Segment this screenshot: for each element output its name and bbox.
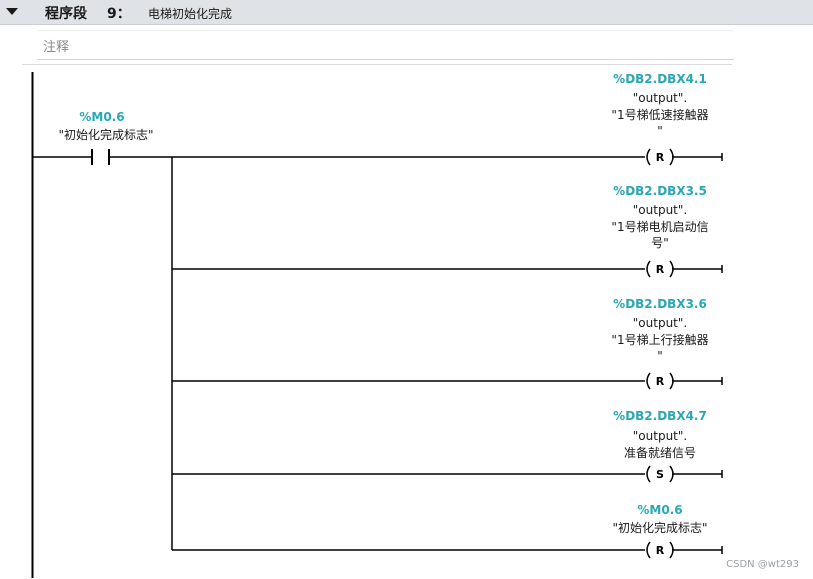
coil-5-tag-line1: "初始化完成标志" xyxy=(612,521,708,535)
coil-3-tag-line1: "output". xyxy=(632,316,688,330)
coil-4-address[interactable]: %DB2.DBX4.7 xyxy=(590,409,730,423)
coil-4-tag-line1: "output". xyxy=(632,429,688,443)
coil-2-tag-line1: "output". xyxy=(632,203,688,217)
coil-2-tag-line3: 号" xyxy=(651,236,669,250)
coil-2-address[interactable]: %DB2.DBX3.5 xyxy=(590,184,730,198)
coil-1-address[interactable]: %DB2.DBX4.1 xyxy=(590,72,730,86)
coil-3-address[interactable]: %DB2.DBX3.6 xyxy=(590,297,730,311)
coil-1-tag-line1: "output". xyxy=(632,91,688,105)
watermark: CSDN @wt293 xyxy=(726,559,799,570)
contact-address[interactable]: %M0.6 xyxy=(62,110,142,124)
contact-tag-name[interactable]: "初始化完成标志" xyxy=(36,128,176,143)
coil-1-tag-line3: " xyxy=(657,124,663,138)
coil-3-tag-line3: " xyxy=(657,349,663,363)
coil-3-tag-line2: "1号梯上行接触器 xyxy=(611,333,709,347)
coil-5-address[interactable]: %M0.6 xyxy=(590,503,730,517)
coil-4-tag-line2: 准备就绪信号 xyxy=(623,446,696,460)
coil-1-tag-line2: "1号梯低速接触器 xyxy=(611,108,709,122)
coil-2-tag-line2: "1号梯电机启动信 xyxy=(611,220,709,234)
